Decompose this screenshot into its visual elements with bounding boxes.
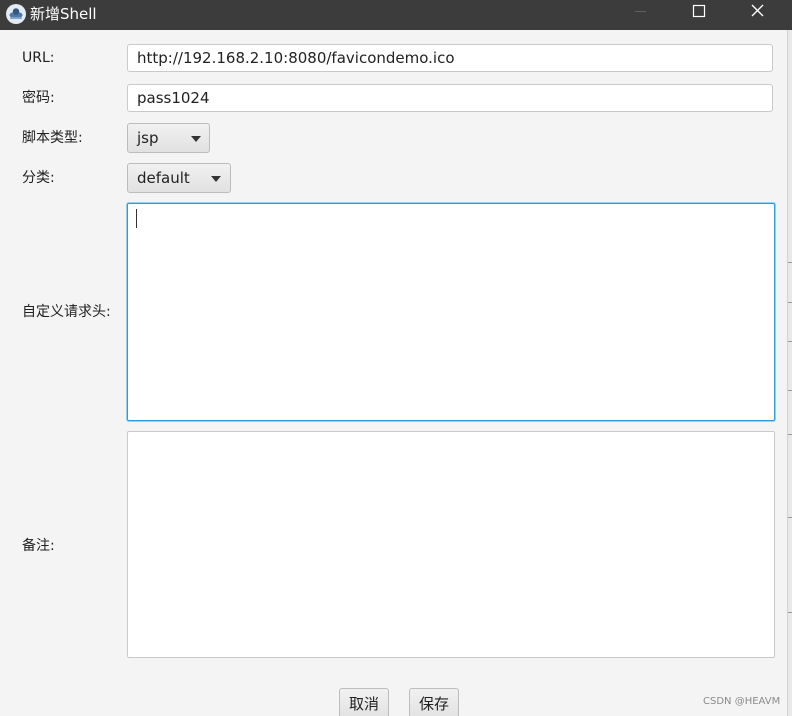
script-type-label: 脚本类型: xyxy=(22,130,83,146)
close-button[interactable] xyxy=(728,0,786,30)
edge-divider xyxy=(788,302,792,303)
close-icon xyxy=(751,4,764,17)
maximize-button[interactable] xyxy=(670,0,728,30)
minimize-icon xyxy=(635,11,646,12)
edge-divider xyxy=(788,517,792,518)
window-title: 新增Shell xyxy=(30,5,97,23)
edge-divider xyxy=(788,612,792,613)
edge-divider xyxy=(788,390,792,391)
chevron-down-icon xyxy=(211,176,221,182)
password-label: 密码: xyxy=(22,90,55,106)
custom-headers-label: 自定义请求头: xyxy=(22,304,111,320)
edge-divider xyxy=(788,341,792,342)
script-type-value: jsp xyxy=(137,129,159,147)
category-label: 分类: xyxy=(22,170,55,186)
notes-textarea[interactable] xyxy=(127,431,775,658)
category-select[interactable]: default xyxy=(127,163,231,193)
custom-headers-textarea[interactable] xyxy=(127,203,775,421)
category-value: default xyxy=(137,169,190,187)
app-icon xyxy=(6,4,26,24)
minimize-button[interactable] xyxy=(612,0,670,30)
chevron-down-icon xyxy=(191,136,201,142)
new-shell-dialog: 新增Shell URL: http://192.168.2.10:8080/fa… xyxy=(0,0,792,716)
save-button[interactable]: 保存 xyxy=(409,688,459,716)
watermark: CSDN @HEAVM xyxy=(703,696,781,707)
url-label: URL: xyxy=(22,50,55,66)
title-bar[interactable]: 新增Shell xyxy=(0,0,792,30)
script-type-select[interactable]: jsp xyxy=(127,123,210,153)
url-input[interactable]: http://192.168.2.10:8080/favicondemo.ico xyxy=(127,44,773,72)
notes-label: 备注: xyxy=(22,538,55,554)
password-input[interactable]: pass1024 xyxy=(127,84,773,112)
edge-divider xyxy=(788,262,792,263)
text-caret xyxy=(136,209,137,228)
maximize-icon xyxy=(692,4,706,18)
edge-divider xyxy=(788,434,792,435)
background-window-edge xyxy=(787,30,792,716)
cancel-button[interactable]: 取消 xyxy=(339,688,389,716)
